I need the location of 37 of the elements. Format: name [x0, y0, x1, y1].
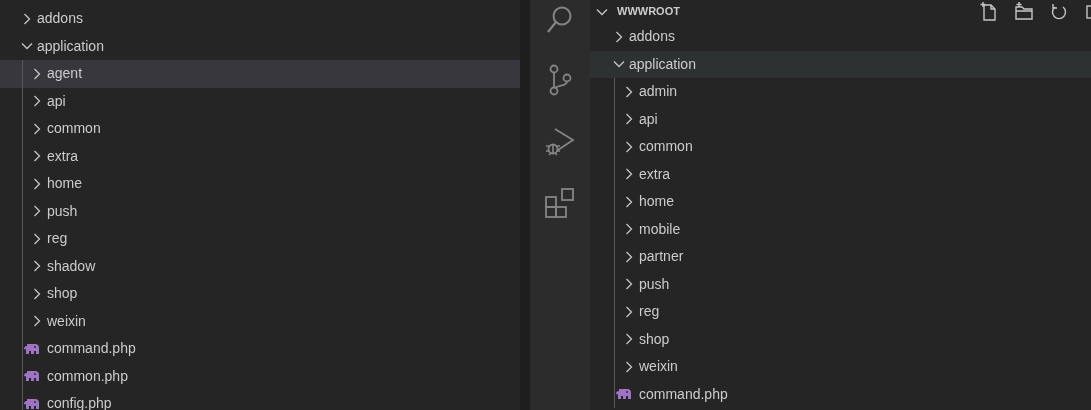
folder-item[interactable]: admin — [590, 78, 1091, 106]
elephant-icon — [616, 388, 632, 401]
folder-item[interactable]: mobile — [590, 215, 1091, 243]
folder-item[interactable]: addons — [0, 5, 520, 33]
folder-item[interactable]: weixin — [0, 307, 520, 335]
new-folder-icon[interactable] — [1015, 2, 1033, 21]
extensions-icon[interactable] — [544, 187, 576, 219]
folder-item[interactable]: home — [590, 188, 1091, 216]
file-item[interactable]: command.php — [590, 380, 1091, 408]
folder-item[interactable]: addons — [590, 23, 1091, 51]
elephant-icon — [24, 370, 40, 383]
file-item[interactable]: command.php — [0, 335, 520, 363]
folder-item[interactable]: shop — [590, 325, 1091, 353]
folder-item[interactable]: reg — [590, 298, 1091, 326]
folder-item[interactable]: weixin — [590, 353, 1091, 381]
elephant-icon — [24, 342, 40, 355]
folder-item[interactable]: extra — [590, 160, 1091, 188]
folder-item[interactable]: agent — [0, 60, 520, 88]
folder-item[interactable]: common — [590, 133, 1091, 161]
section-title[interactable]: WWWROOT — [617, 3, 680, 20]
folder-item[interactable]: common — [0, 115, 520, 143]
folder-item[interactable]: shadow — [0, 252, 520, 280]
file-item[interactable]: common.php — [0, 362, 520, 390]
folder-item[interactable]: shop — [0, 280, 520, 308]
folder-item[interactable]: application — [590, 50, 1091, 78]
run-debug-icon[interactable] — [544, 126, 576, 158]
folder-item[interactable]: partner — [590, 243, 1091, 271]
folder-item[interactable]: home — [0, 170, 520, 198]
folder-item[interactable]: extra — [0, 142, 520, 170]
folder-item[interactable]: reg — [0, 225, 520, 253]
new-file-icon[interactable] — [980, 2, 998, 21]
folder-item[interactable]: api — [590, 105, 1091, 133]
folder-item[interactable]: push — [0, 197, 520, 225]
refresh-icon[interactable] — [1050, 2, 1068, 21]
folder-item[interactable]: push — [590, 270, 1091, 298]
folder-item[interactable]: application — [0, 32, 520, 60]
folder-item[interactable]: api — [0, 87, 520, 115]
